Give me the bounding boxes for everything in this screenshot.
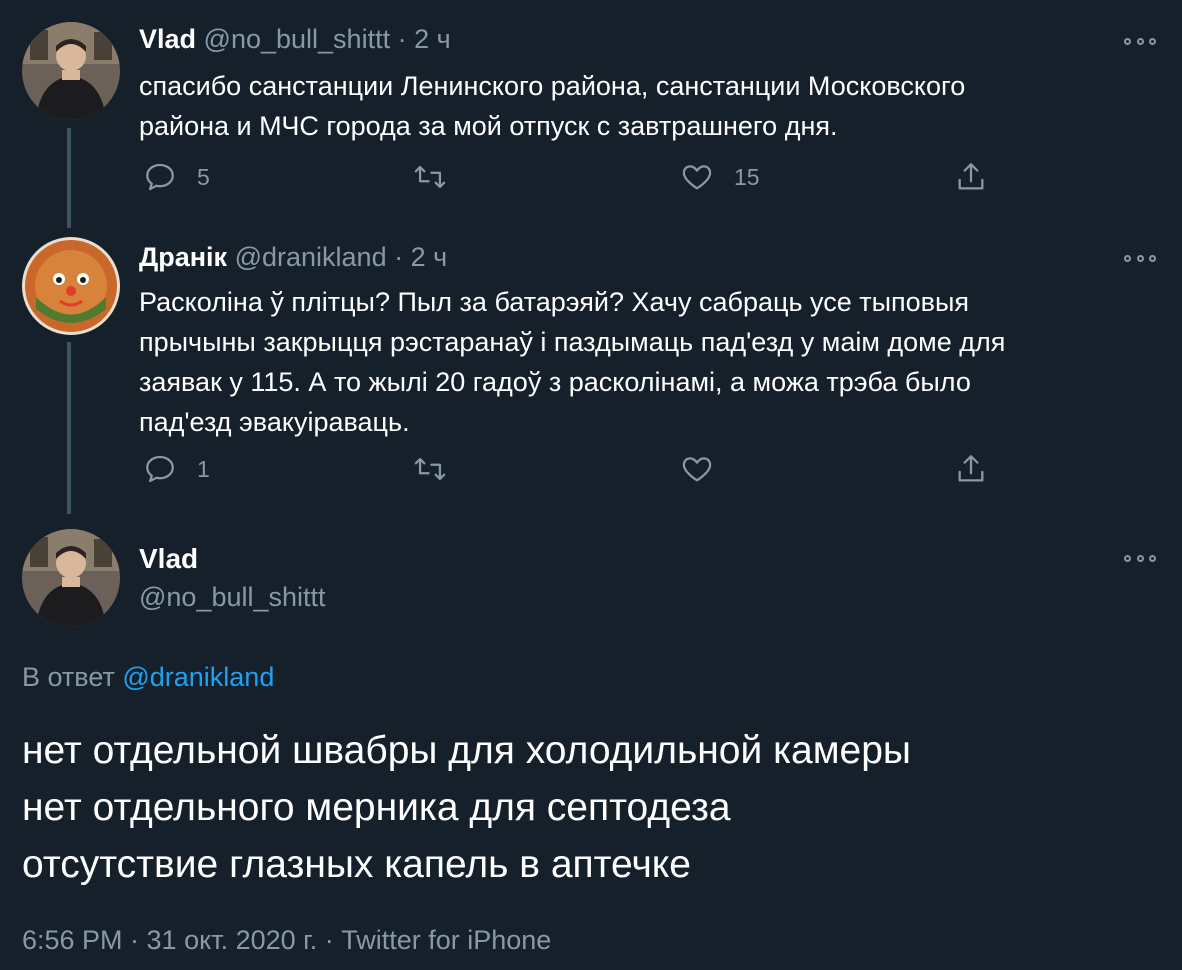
tweet-text-line: нет отдельного мерника для септодеза [22, 786, 731, 829]
main-tweet: Vlad @no_bull_shittt В ответ @dranikland… [0, 0, 1182, 970]
main-tweet-text: нет отдельной швабры для холодильной кам… [22, 722, 1162, 893]
tweet-text-line: нет отдельной швабры для холодильной кам… [22, 729, 911, 772]
author-handle[interactable]: @no_bull_shittt [139, 582, 326, 613]
tweet-text-line: отсутствие глазных капель в аптечке [22, 843, 691, 886]
author-name[interactable]: Vlad [139, 543, 198, 575]
reply-to-prefix: В ответ [22, 662, 115, 692]
reply-to: В ответ @dranikland [22, 662, 274, 693]
tweet-timestamp-source[interactable]: 6:56 PM · 31 окт. 2020 г. · Twitter for … [22, 925, 551, 956]
avatar-vlad[interactable] [22, 529, 120, 627]
reply-mention-link[interactable]: @dranikland [122, 662, 274, 692]
more-icon[interactable] [1124, 552, 1156, 564]
